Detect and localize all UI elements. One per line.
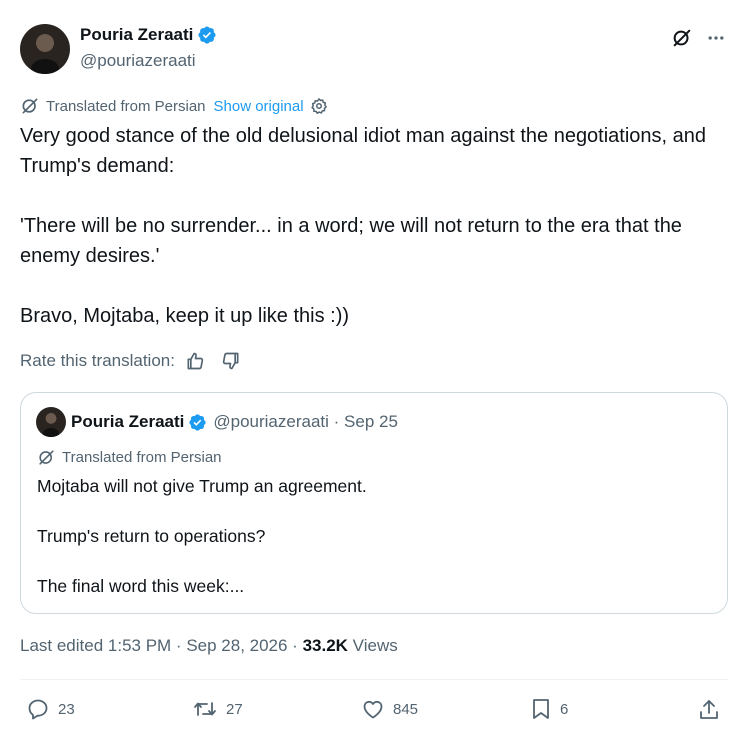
translation-notice: Translated from Persian	[46, 97, 206, 115]
grok-icon[interactable]	[670, 26, 694, 50]
quoted-paragraph: Mojtaba will not give Trump an agreement…	[37, 476, 367, 496]
verified-icon	[188, 413, 207, 432]
like-icon	[361, 697, 385, 721]
post-paragraph: Very good stance of the old delusional i…	[20, 125, 712, 177]
more-icon[interactable]	[704, 26, 728, 50]
author-avatar[interactable]	[20, 24, 70, 74]
reply-count: 23	[58, 700, 75, 718]
post-paragraph: 'There will be no surrender... in a word…	[20, 215, 688, 267]
divider	[20, 679, 728, 680]
verified-icon	[197, 25, 217, 45]
repost-icon	[192, 697, 218, 721]
reply-icon	[26, 697, 50, 721]
bookmark-button[interactable]: 6	[530, 697, 568, 721]
author-handle[interactable]: @pouriazeraati	[80, 51, 196, 71]
bookmark-count: 6	[560, 700, 569, 718]
settings-icon[interactable]	[310, 97, 328, 115]
quoted-paragraph: Trump's return to operations?	[37, 526, 266, 546]
quoted-author-row: Pouria Zeraati @pouriazeraati · Sep 25	[71, 412, 398, 432]
quoted-translation-notice: Translated from Persian	[62, 449, 222, 466]
like-count: 845	[393, 700, 419, 718]
translation-notice-row: Translated from Persian Show original	[20, 96, 328, 116]
post-body: Very good stance of the old delusional i…	[20, 121, 720, 331]
quoted-handle-date: @pouriazeraati · Sep 25	[213, 412, 398, 431]
views-count: 33.2K	[302, 636, 348, 655]
quoted-body: Mojtaba will not give Trump an agreement…	[37, 474, 707, 599]
bookmark-icon	[530, 697, 552, 721]
author-name-row[interactable]: Pouria Zeraati	[80, 25, 217, 45]
rate-translation-label: Rate this translation:	[20, 351, 175, 370]
reply-button[interactable]: 23	[26, 697, 75, 721]
quoted-paragraph: The final word this week:...	[37, 576, 245, 596]
translate-icon	[37, 448, 56, 467]
edited-timestamp[interactable]: Last edited 1:53 PM · Sep 28, 2026 ·	[20, 636, 303, 655]
post-paragraph: Bravo, Mojtaba, keep it up like this :))	[20, 305, 350, 327]
quoted-post[interactable]: Pouria Zeraati @pouriazeraati · Sep 25 T…	[20, 392, 728, 614]
post-meta: Last edited 1:53 PM · Sep 28, 2026 · 33.…	[20, 636, 398, 656]
repost-button[interactable]: 27	[192, 697, 243, 721]
quoted-author-avatar	[36, 407, 66, 437]
repost-count: 27	[226, 700, 243, 718]
rate-translation-row: Rate this translation:	[20, 351, 241, 371]
translate-icon	[20, 96, 40, 116]
views-label: Views	[347, 636, 398, 655]
thumbs-down-icon[interactable]	[221, 351, 241, 371]
author-name[interactable]: Pouria Zeraati	[80, 25, 193, 45]
quoted-author-name: Pouria Zeraati	[71, 412, 185, 431]
share-icon[interactable]	[696, 697, 722, 723]
thumbs-up-icon[interactable]	[185, 351, 205, 371]
like-button[interactable]: 845	[361, 697, 418, 721]
show-original-link[interactable]: Show original	[214, 98, 304, 115]
quoted-translation-row: Translated from Persian	[37, 448, 222, 467]
